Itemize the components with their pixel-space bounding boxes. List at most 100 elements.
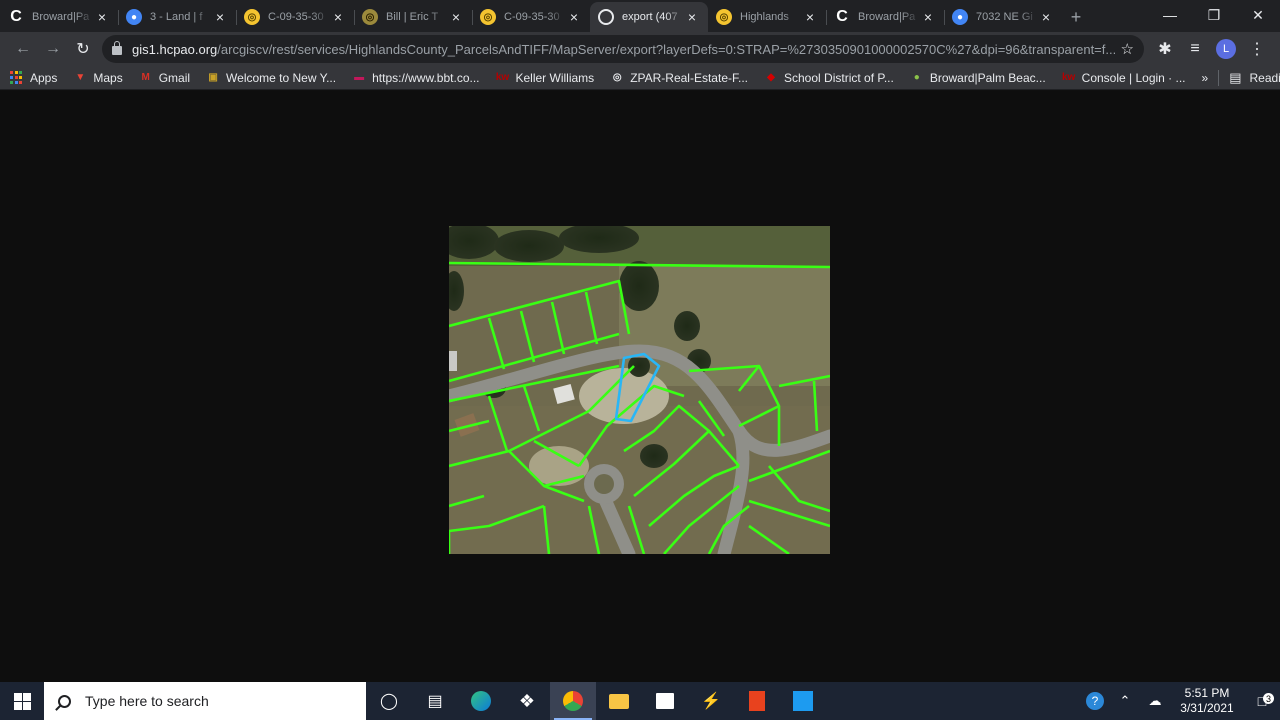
cortana-icon[interactable]: ◯ [366,682,412,720]
onedrive-cloud-icon[interactable]: ☁ [1140,693,1170,709]
c-logo-icon: C [836,8,848,25]
taskbar-search-placeholder: Type here to search [85,693,209,709]
tab[interactable]: C Broward|Pa × [826,2,944,32]
tab-title: export (407 [622,11,678,23]
tab-title: Broward|Pa [32,11,90,23]
tab-close-icon[interactable]: × [684,9,700,25]
tab-close-icon[interactable]: × [920,9,936,25]
tab[interactable]: ◎ Highlands × [708,2,826,32]
bbt-icon: ▬ [354,72,365,83]
bookmark-label: Gmail [158,70,191,85]
tab-strip: C Broward|Pa × ● 3 - Land | f × ◎ C-09-35-30 × ◎ B… [0,0,1280,32]
bookmarks-overflow-button[interactable]: » [1202,71,1209,85]
reading-list-icon: ▤ [1229,69,1242,85]
bookmark-label: Maps [93,70,123,85]
globe-icon [598,9,614,25]
new-tab-button[interactable]: + [1062,2,1090,32]
bookmark-label: Broward|Palm Beac... [929,70,1046,85]
profile-avatar[interactable]: L [1216,39,1236,59]
blue-dot-icon: ● [126,9,142,25]
cul-de-sac-island [594,474,614,494]
tab-close-icon[interactable]: × [1038,9,1054,25]
action-center-icon[interactable]: □ 3 [1244,693,1280,709]
menu-kebab-icon[interactable]: ⋮ [1242,35,1272,63]
tab[interactable]: ◎ C-09-35-30 × [236,2,354,32]
leaf-icon: ● [913,72,920,83]
tab-title: 7032 NE Gi [976,11,1033,23]
tab[interactable]: C Broward|Pa × [0,2,118,32]
address-bar[interactable]: gis1.hcpao.org /arcgiscv/rest/services/H… [102,35,1144,63]
taskbar-clock[interactable]: 5:51 PM 3/31/2021 [1170,686,1244,716]
bookmark-label: Apps [30,70,58,85]
bookmark-label: Welcome to New Y... [226,70,337,85]
tab-active[interactable]: export (407 × [590,2,708,32]
help-icon[interactable]: ? [1080,692,1110,710]
minimize-icon[interactable]: — [1148,0,1192,30]
yellow-badge-icon: ◎ [716,9,732,25]
tab-title: Bill | Eric T [386,11,439,23]
bookmark-item[interactable]: ● Broward|Palm Beac... [910,71,1046,85]
bookmark-item[interactable]: Apps [10,70,58,85]
reading-list-button[interactable]: ▤ Reading list [1218,69,1280,86]
clock-time: 5:51 PM [1184,686,1230,700]
tab-close-icon[interactable]: × [330,9,346,25]
edge-icon[interactable] [458,682,504,720]
app-blue-icon[interactable] [780,682,826,720]
chevron-up-icon[interactable]: ⌃ [1110,693,1140,709]
restore-icon[interactable]: ❐ [1192,0,1236,30]
blue-dot-icon: ● [952,9,968,25]
start-button[interactable] [0,682,44,720]
store-icon[interactable] [642,682,688,720]
notification-count: 3 [1263,693,1274,704]
forward-icon[interactable]: → [38,35,68,63]
bookmark-item[interactable]: ▼ Maps [73,71,122,85]
bookmark-label: Keller Williams [515,70,595,85]
bookmark-item[interactable]: ▬ https://www.bbt.co... [352,71,479,85]
tab-title: Highlands [740,11,789,23]
bookmark-star-icon[interactable]: ☆ [1121,40,1134,58]
file-explorer-icon[interactable] [596,682,642,720]
olive-badge-icon: ◎ [362,9,378,25]
yellow-badge-icon: ◎ [244,9,260,25]
bookmark-item[interactable]: ▣ Welcome to New Y... [206,71,336,85]
kw-icon: kw [1061,72,1076,83]
task-view-icon[interactable]: ▤ [412,682,458,720]
tab-title: C-09-35-30 [504,11,560,23]
bookmark-item[interactable]: kw Keller Williams [496,70,595,85]
apps-grid-icon [10,70,24,85]
parcel-map-image [449,226,830,554]
tab-close-icon[interactable]: × [802,9,818,25]
bookmark-item[interactable]: ◆ School District of P... [764,71,894,85]
bookmark-item[interactable]: M Gmail [139,70,191,85]
tab-close-icon[interactable]: × [94,9,110,25]
page-viewport [0,91,1280,682]
tab-title: Broward|Pa [858,11,916,23]
maps-pin-icon: ▼ [75,72,86,83]
tab[interactable]: ◎ Bill | Eric T × [354,2,472,32]
back-icon[interactable]: ← [8,35,38,63]
chrome-icon[interactable] [550,682,596,720]
close-window-icon[interactable]: ✕ [1236,0,1280,30]
c-logo-icon: C [10,8,22,25]
extensions-icon[interactable]: ✱ [1150,35,1180,63]
dropbox-icon[interactable]: ❖ [504,682,550,720]
reload-icon[interactable]: ↻ [68,35,98,63]
tab-title: 3 - Land | f [150,11,203,23]
tab-list: C Broward|Pa × ● 3 - Land | f × ◎ C-09-35-30 × ◎ B… [0,2,1062,32]
taskbar-search-box[interactable]: Type here to search [44,682,366,720]
bookmark-item[interactable]: ◎ ZPAR-Real-Estate-F... [610,71,748,85]
bookmark-label: https://www.bbt.co... [372,70,480,85]
tab[interactable]: ◎ C-09-35-30 × [472,2,590,32]
bookmark-item[interactable]: kw Console | Login · ... [1062,71,1186,85]
tab-close-icon[interactable]: × [566,9,582,25]
lock-icon[interactable] [112,41,122,55]
office-icon[interactable] [734,682,780,720]
windows-logo-icon [13,692,31,710]
tab-close-icon[interactable]: × [212,9,228,25]
media-control-icon[interactable]: ≡ [1180,35,1210,63]
tab[interactable]: ● 7032 NE Gi × [944,2,1062,32]
south-field [449,406,830,554]
tab[interactable]: ● 3 - Land | f × [118,2,236,32]
tab-close-icon[interactable]: × [448,9,464,25]
app-bolt-icon[interactable]: ⚡ [688,682,734,720]
